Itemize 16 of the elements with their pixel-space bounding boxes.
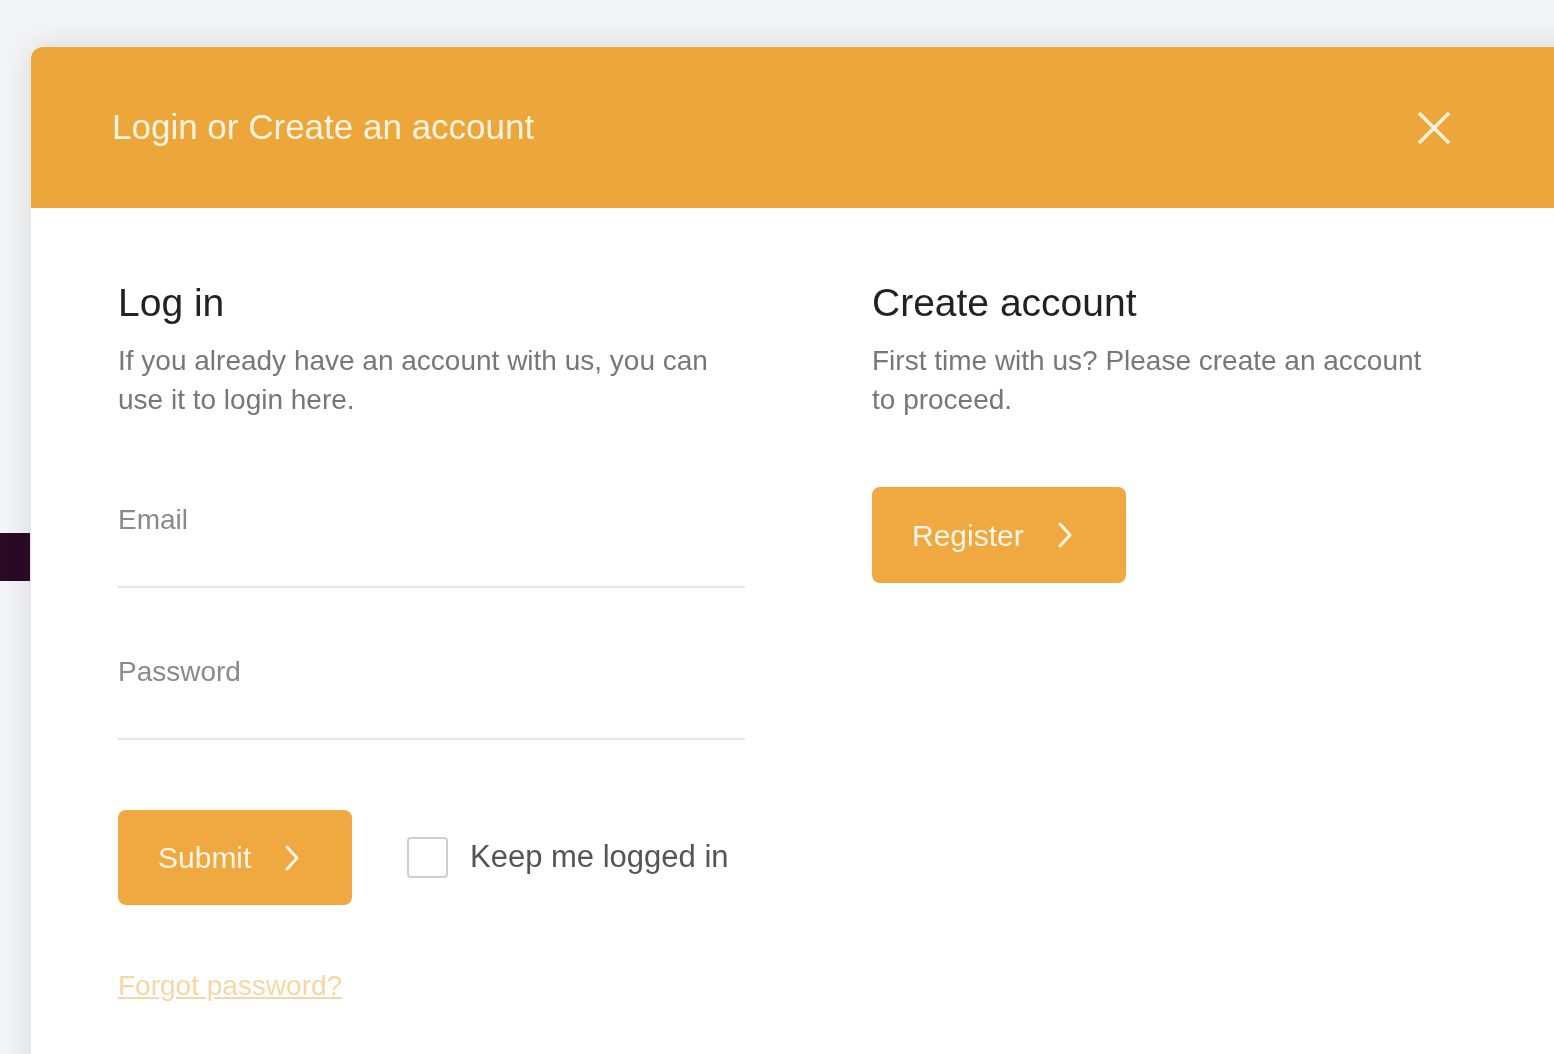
register-description: First time with us? Please create an account to proceed. <box>872 344 1423 417</box>
dialog-title: Login or Create an account <box>112 106 535 149</box>
register-heading: Create account <box>872 280 1138 326</box>
login-description: If you already have an account with us, you can use it to login here. <box>118 344 709 417</box>
register-button[interactable]: Register <box>872 487 1126 583</box>
checkbox-label: Keep me logged in <box>470 838 729 877</box>
text-field[interactable]: Email <box>118 474 745 588</box>
chevron-right-icon <box>1057 522 1072 548</box>
close-icon <box>1417 110 1451 145</box>
submit-button[interactable]: Submit <box>118 810 352 905</box>
checkbox[interactable] <box>407 837 448 878</box>
forgot-password-link[interactable]: Forgot password? <box>118 965 343 1007</box>
login-heading: Log in <box>118 280 226 326</box>
chevron-right-icon <box>285 844 300 871</box>
text-field[interactable]: Password <box>118 626 745 740</box>
page-tab-edge <box>0 533 30 581</box>
